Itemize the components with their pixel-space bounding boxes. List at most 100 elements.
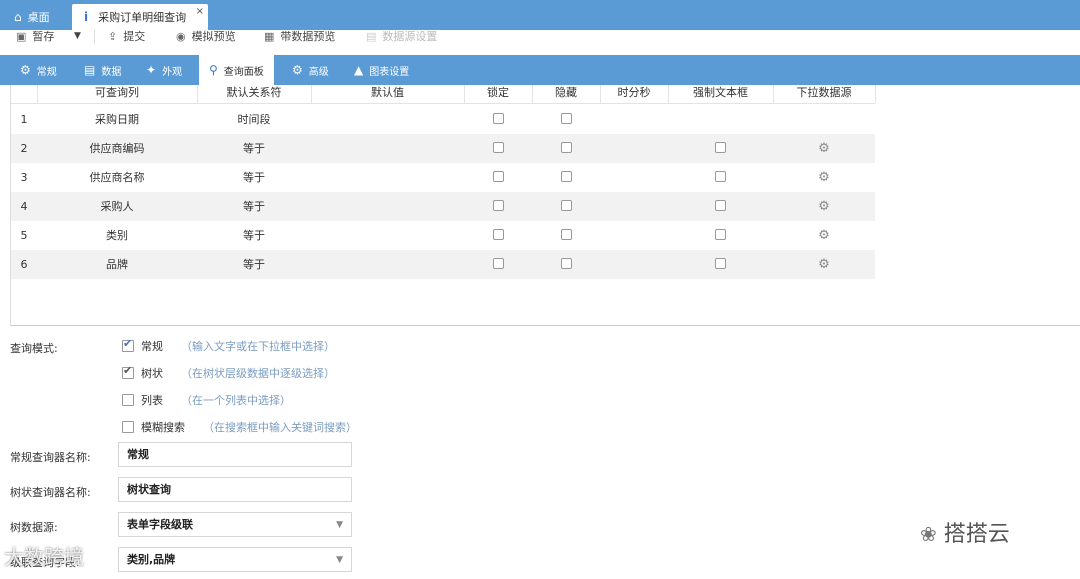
mode-tree-hint: （在树状层级数据中逐级选择） xyxy=(181,367,335,380)
eye-icon: ◉ xyxy=(176,30,186,43)
mode-list-hint: （在一个列表中选择） xyxy=(181,394,291,407)
data-preview-label: 带数据预览 xyxy=(280,30,336,43)
mode-normal-hint: （输入文字或在下拉框中选择） xyxy=(181,340,335,353)
mode-fuzzy-checkbox[interactable] xyxy=(122,421,134,433)
mode-tree-checkbox[interactable] xyxy=(122,364,134,379)
save-draft-label: 暂存 xyxy=(32,30,55,43)
mode-option-normal[interactable]: 常规 （输入文字或在下拉框中选择） xyxy=(122,337,335,354)
tab-chart-settings[interactable]: ▲ 图表设置 xyxy=(354,55,409,85)
normal-query-name-label: 常规查询器名称: xyxy=(10,451,91,464)
query-column-name: 采购人 xyxy=(100,200,134,213)
query-settings-form: 查询模式: 常规 （输入文字或在下拉框中选择） 树状 （在树状层级数据中逐级选择… xyxy=(0,330,1080,579)
table-row[interactable]: 5 类别 等于 ⚙ xyxy=(11,221,875,250)
mode-normal-label: 常规 xyxy=(141,340,163,353)
header-hms: 时分秒 xyxy=(600,85,669,103)
mode-option-list[interactable]: 列表 （在一个列表中选择） xyxy=(122,392,291,408)
tree-datasource-select[interactable]: 表单字段级联 ▼ xyxy=(118,512,352,537)
tab-active-label: 采购订单明细查询 xyxy=(98,11,187,24)
lock-checkbox[interactable] xyxy=(464,250,532,279)
default-relation[interactable]: 等于 xyxy=(197,134,311,163)
query-columns-grid: 可查询列 默认关系符 默认值 锁定 隐藏 时分秒 强制文本框 下拉数据源 1 采… xyxy=(10,85,1080,326)
data-preview-button[interactable]: ▦ 带数据预览 xyxy=(264,30,335,45)
toolbar: ▣ 暂存 ▼ ⇪ 提交 ◉ 模拟预览 ▦ 带数据预览 ▤ 数据源设置 xyxy=(0,30,1080,48)
close-tab-icon[interactable]: × xyxy=(196,6,204,17)
tab-appearance-label: 外观 xyxy=(162,66,183,78)
query-column-name: 类别 xyxy=(106,229,128,242)
default-relation[interactable]: 等于 xyxy=(197,163,311,192)
datasource-settings-button[interactable]: ▤ 数据源设置 xyxy=(366,30,437,45)
hidden-checkbox[interactable] xyxy=(532,221,600,250)
upload-icon: ⇪ xyxy=(108,30,118,43)
simulate-preview-button[interactable]: ◉ 模拟预览 xyxy=(176,30,236,45)
tab-general-label: 常规 xyxy=(36,66,57,78)
floppy-icon: ▣ xyxy=(16,30,27,43)
lock-checkbox[interactable] xyxy=(464,105,532,134)
hidden-checkbox[interactable] xyxy=(532,192,600,221)
submit-button[interactable]: ⇪ 提交 xyxy=(108,30,145,45)
tab-chart-settings-label: 图表设置 xyxy=(369,66,410,78)
magic-wand-icon: ✦ xyxy=(146,63,157,77)
lock-checkbox[interactable] xyxy=(464,134,532,163)
table-row[interactable]: 3 供应商名称 等于 ⚙ xyxy=(11,163,875,192)
hidden-checkbox[interactable] xyxy=(532,163,600,192)
header-default-value: 默认值 xyxy=(311,85,465,103)
default-relation[interactable]: 等于 xyxy=(197,250,311,279)
row-number: 3 xyxy=(20,171,28,184)
save-dropdown-button[interactable]: ▼ xyxy=(74,30,81,45)
tab-general[interactable]: ⚙ 常规 xyxy=(20,55,57,85)
query-column-name: 品牌 xyxy=(106,258,128,271)
lock-checkbox[interactable] xyxy=(464,192,532,221)
default-relation[interactable]: 等于 xyxy=(197,192,311,221)
row-number: 6 xyxy=(20,258,28,271)
row-number: 2 xyxy=(20,142,28,155)
tab-desktop-label: 桌面 xyxy=(27,11,50,24)
normal-query-name-input[interactable]: 常规 xyxy=(118,442,352,467)
header-default-relation: 默认关系符 xyxy=(197,85,312,103)
hidden-checkbox[interactable] xyxy=(532,250,600,279)
lock-checkbox[interactable] xyxy=(464,221,532,250)
tab-purchase-order-query[interactable]: i 采购订单明细查询 × xyxy=(72,4,208,30)
force-textbox-checkbox[interactable] xyxy=(668,163,773,192)
simulate-preview-label: 模拟预览 xyxy=(191,30,236,43)
tab-query-panel[interactable]: ⚲ 查询面板 xyxy=(199,55,274,85)
cascade-fields-select[interactable]: 类别,品牌 ▼ xyxy=(118,547,352,572)
force-textbox-checkbox[interactable] xyxy=(668,134,773,163)
tab-data[interactable]: ▤ 数据 xyxy=(84,55,121,85)
force-textbox-checkbox[interactable] xyxy=(668,250,773,279)
chevron-down-icon: ▼ xyxy=(336,555,343,565)
table-row[interactable]: 6 品牌 等于 ⚙ xyxy=(11,250,875,279)
mode-normal-checkbox[interactable] xyxy=(122,337,134,352)
force-textbox-checkbox[interactable] xyxy=(668,221,773,250)
gear-icon[interactable]: ⚙ xyxy=(773,192,875,221)
search-icon: ⚲ xyxy=(209,63,218,77)
save-draft-button[interactable]: ▣ 暂存 xyxy=(16,30,54,45)
hidden-checkbox[interactable] xyxy=(532,134,600,163)
hidden-checkbox[interactable] xyxy=(532,105,600,134)
tree-query-name-input[interactable]: 树状查询 xyxy=(118,477,352,502)
mode-option-fuzzy[interactable]: 模糊搜索 （在搜索框中输入关键词搜索） xyxy=(122,419,357,435)
submit-label: 提交 xyxy=(123,30,146,43)
wechat-icon: ❀ xyxy=(920,522,937,546)
gear-icon[interactable]: ⚙ xyxy=(773,250,875,279)
table-row[interactable]: 1 采购日期 时间段 xyxy=(11,105,875,134)
mode-list-checkbox[interactable] xyxy=(122,394,134,406)
row-number: 4 xyxy=(20,200,28,213)
lock-checkbox[interactable] xyxy=(464,163,532,192)
table-row[interactable]: 4 采购人 等于 ⚙ xyxy=(11,192,875,221)
force-textbox-checkbox[interactable] xyxy=(668,192,773,221)
designer-tab-bar: ⚙ 常规 ▤ 数据 ✦ 外观 ⚲ 查询面板 ⚙ 高级 ▲ 图表设置 xyxy=(0,55,1080,85)
gear-icon[interactable]: ⚙ xyxy=(773,221,875,250)
tab-desktop[interactable]: ⌂ 桌面 xyxy=(14,4,50,30)
default-relation[interactable]: 等于 xyxy=(197,221,311,250)
tab-query-panel-label: 查询面板 xyxy=(223,66,264,78)
mode-option-tree[interactable]: 树状 （在树状层级数据中逐级选择） xyxy=(122,364,335,381)
header-force-textbox: 强制文本框 xyxy=(668,85,774,103)
header-hidden: 隐藏 xyxy=(532,85,601,103)
area-chart-icon: ▲ xyxy=(354,63,364,77)
gear-icon[interactable]: ⚙ xyxy=(773,134,875,163)
default-relation[interactable]: 时间段 xyxy=(197,105,311,134)
tab-appearance[interactable]: ✦ 外观 xyxy=(146,55,182,85)
table-row[interactable]: 2 供应商编码 等于 ⚙ xyxy=(11,134,875,163)
gear-icon[interactable]: ⚙ xyxy=(773,163,875,192)
tab-advanced[interactable]: ⚙ 高级 xyxy=(292,55,329,85)
